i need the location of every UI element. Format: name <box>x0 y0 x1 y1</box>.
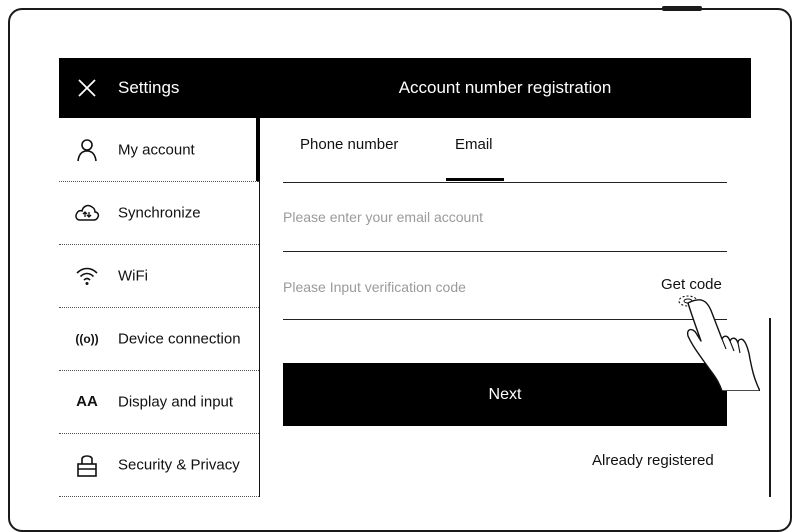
email-input-underline <box>283 251 727 252</box>
sidebar-item-wifi[interactable]: WiFi <box>59 244 259 308</box>
sidebar: My account Synchronize WiFi ((o)) Device… <box>59 118 260 497</box>
sidebar-item-label: Device connection <box>118 330 241 347</box>
tab-selected-indicator <box>446 178 504 181</box>
close-icon[interactable] <box>77 78 97 98</box>
next-button[interactable]: Next <box>283 363 727 426</box>
tapping-hand-icon <box>678 295 760 391</box>
sidebar-item-label: Display and input <box>118 393 234 410</box>
lock-icon <box>73 453 101 477</box>
sidebar-item-label: WiFi <box>118 267 148 284</box>
top-bar: Settings Account number registration <box>59 58 751 118</box>
email-input[interactable]: Please enter your email account <box>283 209 483 225</box>
sidebar-item-label: Synchronize <box>118 204 201 221</box>
tab-phone-number[interactable]: Phone number <box>300 136 398 153</box>
settings-title: Settings <box>118 78 180 97</box>
device-connection-icon: ((o)) <box>75 331 99 346</box>
sidebar-item-display-and-input[interactable]: AA Display and input <box>59 370 259 434</box>
page-title: Account number registration <box>398 78 612 97</box>
already-registered-link[interactable]: Already registered <box>592 452 714 469</box>
wifi-icon <box>73 264 101 288</box>
device-power-button <box>662 6 702 11</box>
tab-divider <box>283 182 727 183</box>
sidebar-item-security-privacy[interactable]: Security & Privacy <box>59 433 259 497</box>
sidebar-item-my-account[interactable]: My account <box>59 118 260 182</box>
sidebar-item-synchronize[interactable]: Synchronize <box>59 181 259 245</box>
sidebar-item-device-connection[interactable]: ((o)) Device connection <box>59 307 259 371</box>
code-input-underline <box>283 319 727 320</box>
sidebar-item-label: My account <box>118 141 195 158</box>
font-size-icon: AA <box>76 393 98 410</box>
tab-email[interactable]: Email <box>455 136 493 153</box>
verification-code-input[interactable]: Please Input verification code <box>283 279 466 295</box>
sidebar-item-label: Security & Privacy <box>118 456 240 473</box>
person-icon <box>73 138 101 162</box>
settings-screen: Settings Account number registration My … <box>59 58 751 497</box>
cloud-sync-icon <box>73 201 101 225</box>
device-side-edge <box>769 318 771 497</box>
